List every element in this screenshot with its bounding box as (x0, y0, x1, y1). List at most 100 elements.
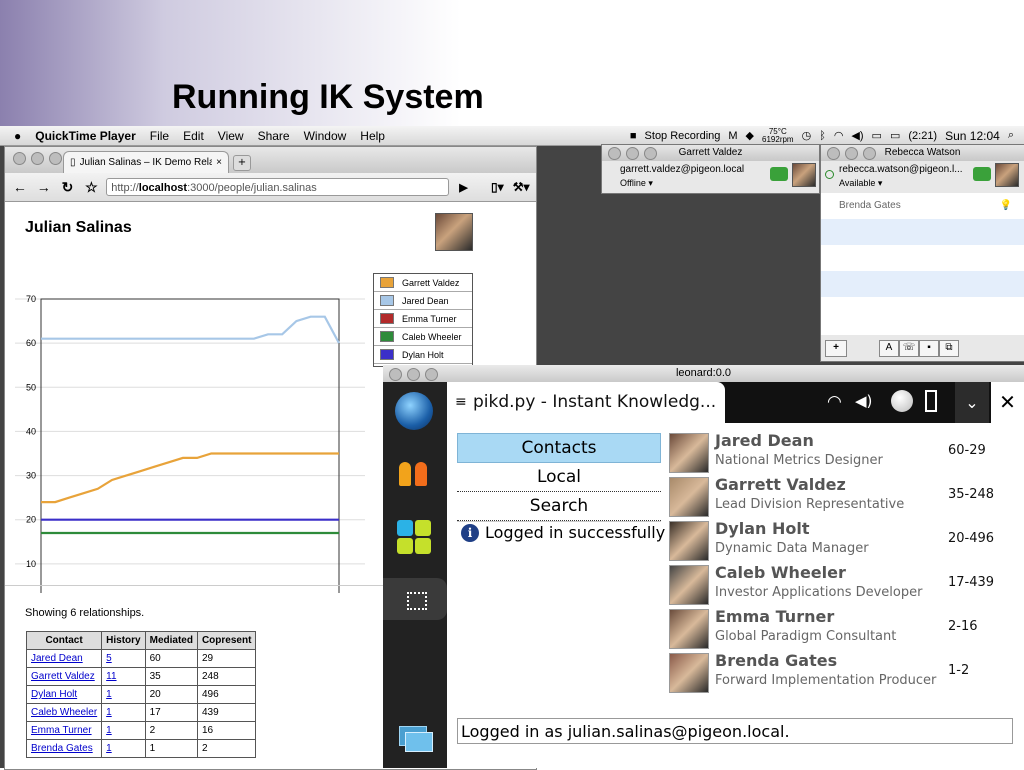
wifi-status-icon[interactable]: ◠ (827, 392, 842, 412)
bookmark-star-icon[interactable]: ☆ (82, 179, 100, 196)
app-menu[interactable]: QuickTime Player (28, 129, 143, 143)
video-call-icon[interactable] (973, 167, 991, 181)
video-chat-icon[interactable]: ▪ (919, 340, 939, 357)
contact-row[interactable]: Dylan Holt Dynamic Data Manager 20-496 (669, 519, 1019, 563)
battery-time: (2:21) (908, 129, 938, 142)
minimize-button[interactable] (845, 147, 858, 160)
menu-edit[interactable]: Edit (176, 129, 211, 143)
battery-icon[interactable]: ▭ (890, 129, 900, 142)
close-tab-icon[interactable]: × (216, 157, 222, 168)
mail-icon[interactable]: M (728, 130, 737, 142)
tab-contacts[interactable]: Contacts (457, 433, 661, 463)
new-tab-button[interactable]: + (233, 155, 251, 171)
contact-avatar (669, 609, 709, 649)
close-button[interactable] (608, 147, 621, 160)
stop-recording-icon[interactable]: ■ (630, 130, 637, 142)
logged-in-field[interactable]: Logged in as julian.salinas@pigeon.local… (457, 718, 1013, 744)
spotlight-icon[interactable]: ⌕ (1008, 129, 1014, 142)
contact-row[interactable]: Caleb Wheeler Investor Applications Devel… (669, 563, 1019, 607)
cell-contact: Caleb Wheeler (25, 703, 103, 722)
contact-link[interactable]: Dylan Holt (31, 689, 77, 700)
contacts-people-icon[interactable] (395, 454, 433, 492)
menu-view[interactable]: View (211, 129, 251, 143)
status-divider (457, 521, 661, 522)
zoom-button[interactable] (863, 147, 876, 160)
history-link[interactable]: 1 (106, 689, 112, 700)
history-link[interactable]: 1 (106, 707, 112, 718)
history-link[interactable]: 1 (106, 725, 112, 736)
close-app-icon[interactable]: ✕ (991, 382, 1024, 423)
close-button[interactable] (827, 147, 840, 160)
contact-link[interactable]: Garrett Valdez (31, 671, 95, 682)
stop-recording-label[interactable]: Stop Recording (645, 130, 721, 142)
minimize-app-icon[interactable]: ⌄ (955, 382, 989, 423)
wifi-icon[interactable]: ◠ (834, 129, 844, 142)
browser-tab[interactable]: ▯ Julian Salinas – IK Demo Rela × (63, 151, 229, 173)
window-stack-icon[interactable] (395, 726, 433, 752)
browser-tabbar: ▯ Julian Salinas – IK Demo Rela × + (5, 147, 536, 173)
history-link[interactable]: 11 (106, 671, 116, 682)
wrench-menu-icon[interactable]: ⚒▾ (512, 180, 530, 194)
presence-status-icon[interactable] (891, 390, 913, 412)
contact-link[interactable]: Emma Turner (31, 725, 92, 736)
clock[interactable]: Sun 12:04 (945, 129, 1000, 143)
presence-status[interactable]: Offline ▾ (620, 178, 653, 189)
menu-file[interactable]: File (143, 129, 176, 143)
buddy-row-empty (821, 245, 1024, 271)
close-button[interactable] (389, 368, 402, 381)
leonard-x-window: leonard:0.0 ≡ pikd.py - Instant Knowledg… (383, 365, 1024, 768)
minimize-button[interactable] (407, 368, 420, 381)
zoom-button[interactable] (644, 147, 657, 160)
zoom-button[interactable] (425, 368, 438, 381)
contact-row[interactable]: Garrett Valdez Lead Division Representati… (669, 475, 1019, 519)
applications-grid-icon[interactable] (395, 518, 433, 556)
back-icon[interactable]: ← (11, 179, 29, 195)
task-switcher-tab[interactable] (383, 578, 447, 620)
menu-share[interactable]: Share (251, 129, 297, 143)
history-link[interactable]: 5 (106, 653, 112, 664)
web-globe-icon[interactable] (395, 392, 433, 430)
time-machine-icon[interactable]: ◷ (802, 129, 812, 142)
add-buddy-button[interactable]: + (825, 340, 847, 357)
app-title[interactable]: ≡ pikd.py - Instant Knowledg... (447, 382, 725, 423)
app-content: Contacts Local Search i Logged in succes… (447, 423, 1024, 768)
cell-history: 5 (101, 649, 146, 668)
dropbox-icon[interactable]: ◆ (746, 129, 754, 142)
text-chat-button[interactable]: A (879, 340, 899, 357)
minimize-button[interactable] (31, 152, 44, 165)
close-button[interactable] (13, 152, 26, 165)
contact-row[interactable]: Brenda Gates Forward Implementation Produ… (669, 651, 1019, 695)
contact-link[interactable]: Caleb Wheeler (31, 707, 97, 718)
screen-share-icon[interactable]: ⧉ (939, 340, 959, 357)
zoom-button[interactable] (49, 152, 62, 165)
volume-icon[interactable]: ◀) (851, 129, 863, 142)
forward-icon[interactable]: → (35, 179, 53, 195)
minimize-button[interactable] (626, 147, 639, 160)
menu-window[interactable]: Window (297, 129, 354, 143)
legend-label: Caleb Wheeler (402, 331, 462, 342)
video-call-icon[interactable] (770, 167, 788, 181)
apple-menu-icon[interactable]: ● (0, 129, 28, 143)
volume-status-icon[interactable]: ◀) (855, 392, 872, 410)
audio-chat-icon[interactable]: ☏ (899, 340, 919, 357)
url-field[interactable]: http://localhost:3000/people/julian.sali… (106, 178, 449, 196)
tab-search[interactable]: Search (457, 492, 661, 521)
leonard-window-title: leonard:0.0 (675, 367, 732, 379)
battery-status-icon[interactable] (925, 390, 937, 412)
history-link[interactable]: 1 (106, 743, 112, 754)
contact-link[interactable]: Brenda Gates (31, 743, 93, 754)
presence-status[interactable]: Available ▾ (839, 178, 882, 189)
keyboard-icon[interactable]: ▭ (872, 129, 882, 142)
go-icon[interactable]: ▶ (455, 181, 473, 194)
menu-help[interactable]: Help (353, 129, 392, 143)
contact-link[interactable]: Jared Dean (31, 653, 83, 664)
col-copresent: Copresent (196, 631, 257, 650)
buddy-row[interactable]: Brenda Gates 💡 (821, 193, 1024, 219)
contact-row[interactable]: Jared Dean National Metrics Designer 60-29 (669, 431, 1019, 475)
relationships-table: Contact History Mediated Copresent Jared… (25, 631, 257, 758)
bluetooth-icon[interactable]: ᛒ (819, 130, 826, 142)
page-menu-icon[interactable]: ▯▾ (488, 180, 506, 194)
reload-icon[interactable]: ↻ (59, 179, 77, 196)
contact-row[interactable]: Emma Turner Global Paradigm Consultant 2-1… (669, 607, 1019, 651)
tab-local[interactable]: Local (457, 463, 661, 492)
